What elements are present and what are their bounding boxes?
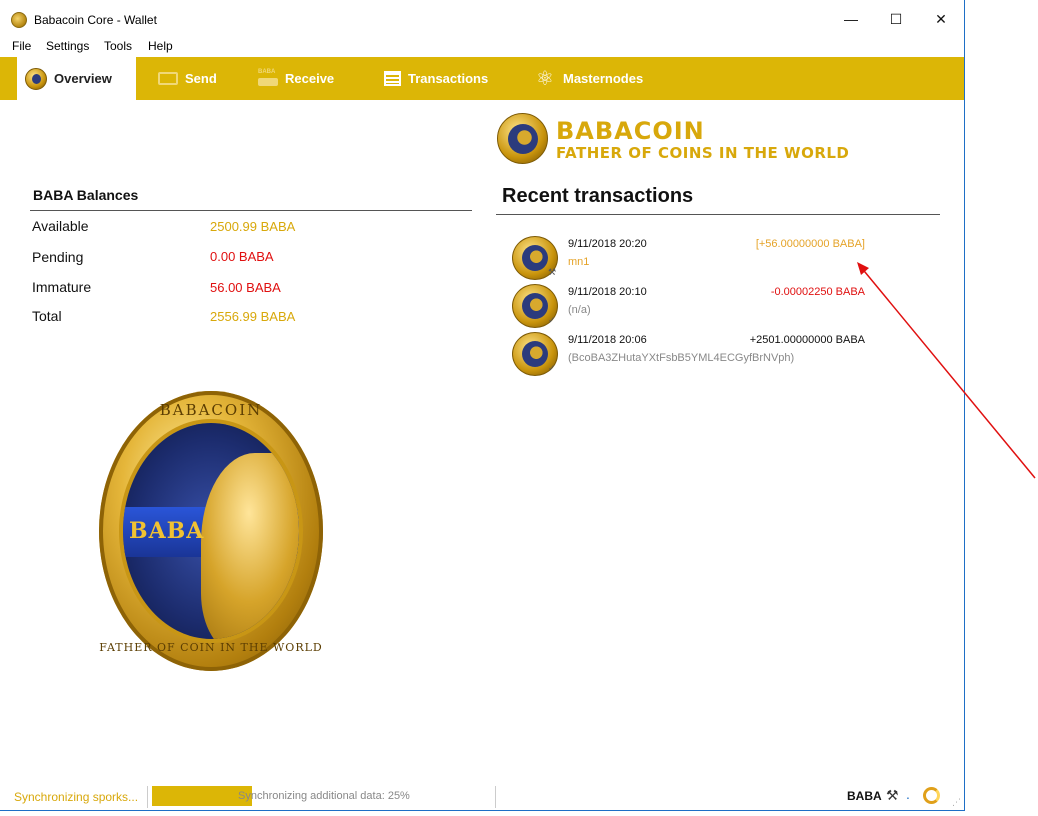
transaction-amount: [+56.00000000 BABA] — [755, 238, 865, 250]
menu-tools[interactable]: Tools — [104, 39, 132, 53]
minimize-icon: — — [844, 11, 858, 27]
masternodes-icon: ⚛ — [536, 67, 554, 90]
sync-progress-fill — [152, 786, 252, 806]
network-activity-icon: . — [906, 786, 910, 802]
balance-pending-label: Pending — [32, 249, 84, 265]
sync-progress-bar: Synchronizing additional data: 25% — [152, 786, 492, 806]
balance-available-value: 2500.99 BABA — [210, 219, 296, 234]
window-title: Babacoin Core - Wallet — [34, 13, 157, 27]
coin-band-text: BABA — [129, 518, 205, 544]
menu-help[interactable]: Help — [148, 39, 173, 53]
receive-icon — [258, 69, 278, 86]
tab-transactions[interactable]: Transactions — [384, 57, 488, 100]
tab-masternodes[interactable]: ⚛ Masternodes — [536, 57, 643, 100]
wallet-window: Babacoin Core - Wallet — ☐ ✕ File Settin… — [0, 0, 965, 811]
transaction-address: (BcoBA3ZHutaYXtFsbB5YML4ECGyfBrNVph) — [568, 352, 795, 364]
close-button[interactable]: ✕ — [918, 0, 964, 38]
logo-coin-icon — [497, 113, 548, 164]
balance-available-label: Available — [32, 218, 89, 234]
balance-immature-label: Immature — [32, 279, 92, 295]
coin-top-text: BABACOIN — [159, 401, 263, 419]
menu-bar: File Settings Tools Help — [0, 38, 964, 57]
status-separator — [147, 786, 148, 808]
display-unit-selector[interactable]: BABA — [847, 789, 882, 803]
masternode-reward-icon: ⚒ — [548, 267, 557, 277]
transaction-label: (n/a) — [568, 304, 591, 316]
transaction-status-icon: ✓ — [548, 363, 556, 373]
minimize-button[interactable]: — — [828, 0, 874, 38]
tab-transactions-label: Transactions — [408, 71, 489, 86]
app-coin-icon — [11, 12, 27, 28]
logo-name: BABACOIN — [556, 117, 705, 145]
tab-receive[interactable]: Receive — [258, 57, 334, 100]
tab-receive-label: Receive — [285, 71, 335, 86]
balances-divider — [30, 210, 472, 211]
send-icon — [158, 72, 178, 85]
hammer-pick-icon: ⚒ — [886, 787, 899, 803]
transaction-label: mn1 — [568, 256, 590, 268]
balance-total-value: 2556.99 BABA — [210, 309, 296, 324]
transaction-amount: +2501.00000000 BABA — [749, 334, 865, 346]
desktop: babacoin_qt Babacoin Core - Wallet — ☐ ✕… — [0, 0, 1038, 816]
recent-divider — [496, 214, 940, 215]
transaction-date: 9/11/2018 20:10 — [568, 286, 647, 298]
maximize-button[interactable]: ☐ — [873, 0, 919, 38]
tab-overview-label: Overview — [54, 71, 112, 86]
coin-portrait — [201, 453, 299, 639]
balance-pending-value: 0.00 BABA — [210, 249, 274, 264]
coin-bottom-text: FATHER OF COIN IN THE WORLD — [99, 641, 323, 654]
recent-transactions-title: Recent transactions — [502, 185, 694, 207]
coin-icon — [25, 67, 47, 90]
tab-overview[interactable]: Overview — [17, 57, 136, 100]
sync-progress-text: Synchronizing additional data: 25% — [238, 790, 410, 802]
annotation-arrow-head — [857, 262, 869, 275]
status-bar: Synchronizing sporks... Synchronizing ad… — [0, 783, 964, 810]
transaction-date: 9/11/2018 20:20 — [568, 238, 647, 250]
nav-toolbar: Overview Send Receive Transactions ⚛ Mas… — [0, 57, 964, 100]
tab-masternodes-label: Masternodes — [563, 71, 644, 86]
resize-grip-icon[interactable]: ⋰ — [952, 797, 961, 808]
coin-circuit-face: BABA — [123, 423, 299, 639]
transaction-row[interactable]: ✓ 9/11/2018 20:06 +2501.00000000 BABA (B… — [512, 332, 872, 378]
close-icon: ✕ — [935, 10, 947, 27]
menu-settings[interactable]: Settings — [46, 39, 89, 53]
tab-send[interactable]: Send — [158, 57, 217, 100]
transaction-date: 9/11/2018 20:06 — [568, 334, 647, 346]
transaction-status-icon: ✓ — [548, 315, 556, 325]
babacoin-coin-image: BABA BABACOIN FATHER OF COIN IN THE WORL… — [99, 391, 323, 671]
balances-title: BABA Balances — [33, 187, 139, 203]
balance-total-label: Total — [32, 308, 62, 324]
annotation-arrow — [857, 262, 1036, 479]
sync-status-text: Synchronizing sporks... — [14, 790, 139, 804]
logo-tagline: FATHER OF COINS IN THE WORLD — [556, 144, 850, 162]
transaction-row[interactable]: ✓ 9/11/2018 20:10 -0.00002250 BABA (n/a) — [512, 284, 872, 330]
tab-send-label: Send — [185, 71, 217, 86]
balance-immature-value: 56.00 BABA — [210, 280, 281, 295]
status-separator — [495, 786, 496, 808]
maximize-icon: ☐ — [889, 10, 903, 27]
title-bar[interactable]: Babacoin Core - Wallet — ☐ ✕ — [0, 0, 964, 38]
menu-file[interactable]: File — [12, 39, 31, 53]
annotation-arrow-line — [859, 265, 1036, 479]
transactions-icon — [384, 71, 401, 86]
sync-icon[interactable] — [923, 787, 940, 804]
transaction-row[interactable]: ⚒ 9/11/2018 20:20 [+56.00000000 BABA] mn… — [512, 236, 872, 282]
